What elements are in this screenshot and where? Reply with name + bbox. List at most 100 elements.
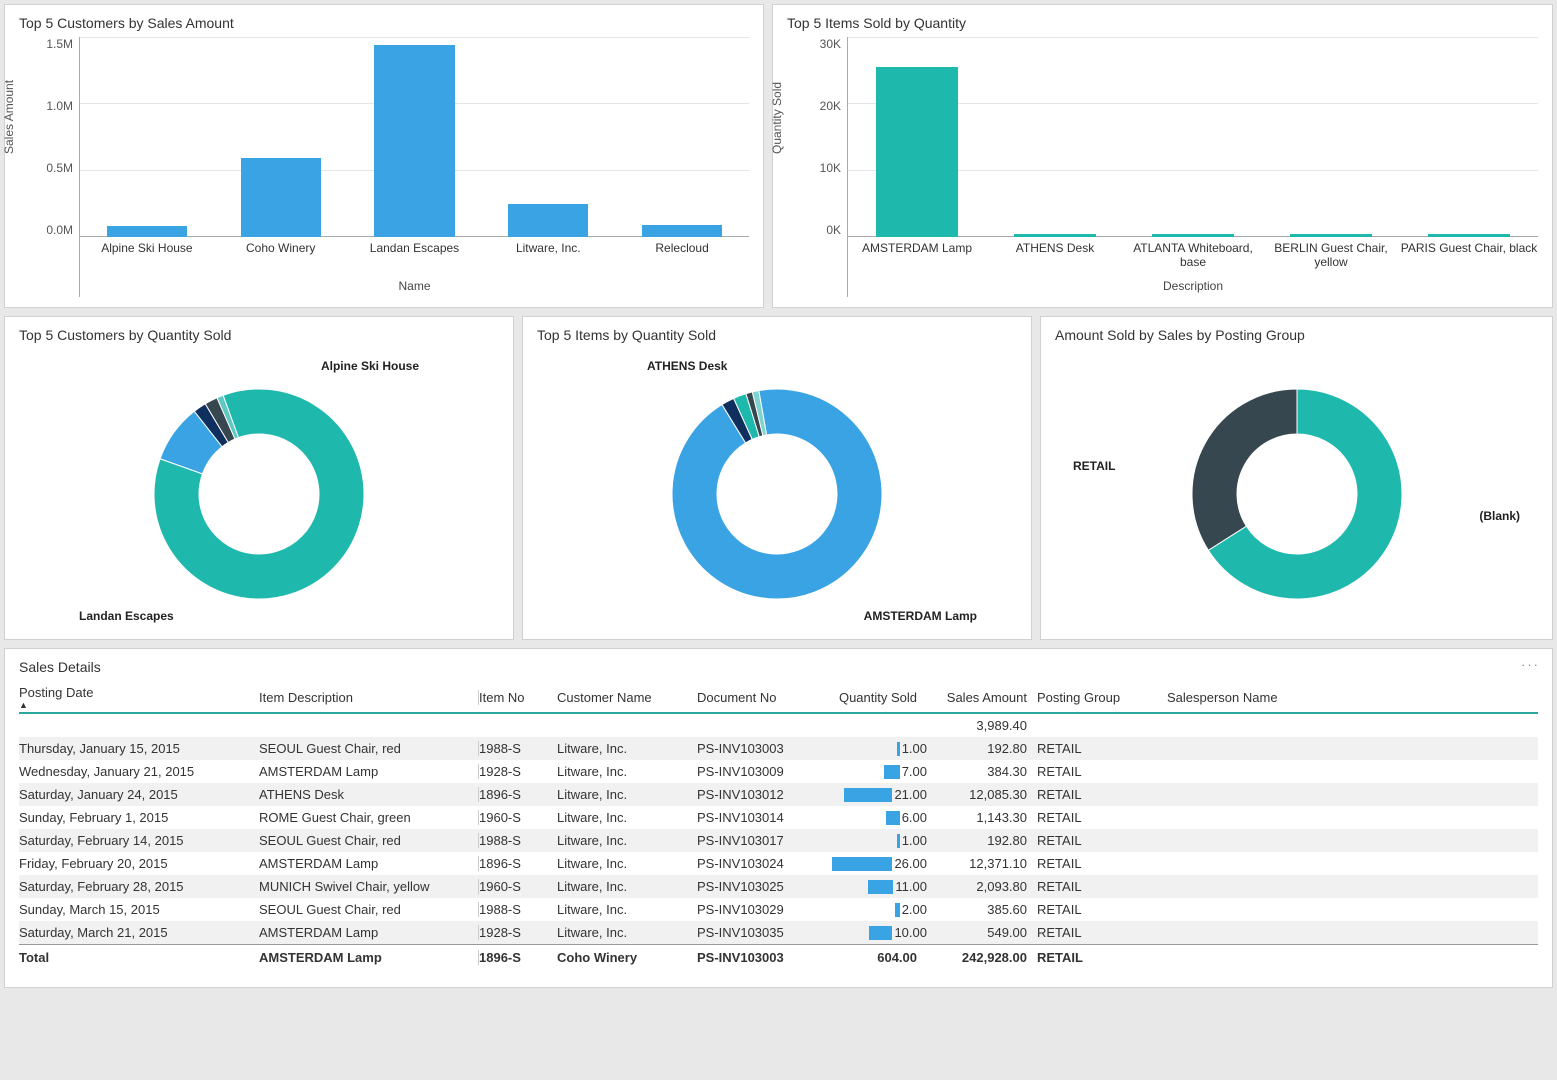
bar-category-label: Relecloud — [615, 237, 749, 255]
table-row[interactable]: Friday, February 20, 2015 AMSTERDAM Lamp… — [19, 852, 1538, 875]
cell-qty: 10.00 — [827, 925, 927, 940]
column-header[interactable]: Customer Name — [557, 690, 697, 705]
bar-category-label: Landan Escapes — [348, 237, 482, 255]
cell-posting-date: Sunday, February 1, 2015 — [19, 810, 259, 825]
column-header[interactable]: Posting Date ▲ — [19, 685, 259, 710]
column-header[interactable]: Salesperson Name — [1167, 690, 1327, 705]
qty-bar — [869, 926, 892, 940]
bar[interactable] — [876, 67, 959, 237]
chart-customers-by-qty-donut[interactable]: Top 5 Customers by Quantity Sold Alpine … — [4, 316, 514, 640]
cell-item-no: 1960-S — [479, 879, 557, 894]
table-title: Sales Details — [19, 659, 1538, 675]
bar-category-label: ATLANTA Whiteboard, base — [1124, 237, 1262, 269]
bar[interactable] — [642, 225, 722, 237]
bar[interactable] — [107, 226, 187, 237]
chart-items-by-quantity[interactable]: Top 5 Items Sold by Quantity Quantity So… — [772, 4, 1553, 308]
column-header[interactable]: Quantity Sold — [827, 690, 927, 705]
cell-posting-group: RETAIL — [1037, 787, 1167, 802]
bar-column[interactable]: Landan Escapes — [348, 37, 482, 237]
column-header[interactable]: Posting Group — [1037, 690, 1167, 705]
chart-items-by-qty-donut[interactable]: Top 5 Items by Quantity Sold ATHENS Desk… — [522, 316, 1032, 640]
cell-posting-date: Saturday, February 28, 2015 — [19, 879, 259, 894]
column-header[interactable]: Item No — [479, 690, 557, 705]
bar-column[interactable]: Litware, Inc. — [481, 37, 615, 237]
cell-posting-date: Wednesday, January 21, 2015 — [19, 764, 259, 779]
chart-title: Top 5 Customers by Quantity Sold — [19, 327, 499, 343]
cell-document-no: PS-INV103029 — [697, 902, 827, 917]
bar-column[interactable]: AMSTERDAM Lamp — [848, 37, 986, 237]
y-tick: 1.0M — [46, 99, 73, 113]
bar-category-label: Coho Winery — [214, 237, 348, 255]
chart-posting-group-donut[interactable]: Amount Sold by Sales by Posting Group RE… — [1040, 316, 1553, 640]
bar-column[interactable]: PARIS Guest Chair, black — [1400, 37, 1538, 237]
cell-qty: 26.00 — [827, 856, 927, 871]
cell-item-no: 1988-S — [479, 902, 557, 917]
cell-posting-group: RETAIL — [1037, 925, 1167, 940]
cell-sales-amount: 192.80 — [927, 741, 1037, 756]
cell-posting-date: Thursday, January 15, 2015 — [19, 741, 259, 756]
cell-item-desc: MUNICH Swivel Chair, yellow — [259, 879, 479, 894]
cell-item-desc: AMSTERDAM Lamp — [259, 925, 479, 940]
bar-column[interactable]: BERLIN Guest Chair, yellow — [1262, 37, 1400, 237]
cell-document-no: PS-INV103035 — [697, 925, 827, 940]
table-row[interactable]: Saturday, February 28, 2015 MUNICH Swive… — [19, 875, 1538, 898]
table-total-row: Total AMSTERDAM Lamp 1896-S Coho Winery … — [19, 944, 1538, 970]
cell-item-no: 1988-S — [479, 741, 557, 756]
cell-sales-amount: 192.80 — [927, 833, 1037, 848]
cell-posting-date: Saturday, January 24, 2015 — [19, 787, 259, 802]
cell-item-desc: SEOUL Guest Chair, red — [259, 741, 479, 756]
y-tick: 0.0M — [46, 223, 73, 237]
bar-category-label: PARIS Guest Chair, black — [1400, 237, 1538, 255]
cell-document-no: PS-INV103012 — [697, 787, 827, 802]
cell-sales-amount: 385.60 — [927, 902, 1037, 917]
cell-customer: Litware, Inc. — [557, 879, 697, 894]
bar[interactable] — [374, 45, 454, 237]
sort-asc-icon: ▲ — [19, 700, 259, 710]
cell-posting-group: RETAIL — [1037, 810, 1167, 825]
table-row[interactable]: Saturday, March 21, 2015 AMSTERDAM Lamp … — [19, 921, 1538, 944]
cell-item-no: 1896-S — [479, 856, 557, 871]
cell-sales-amount: 384.30 — [927, 764, 1037, 779]
table-row[interactable]: Saturday, January 24, 2015 ATHENS Desk 1… — [19, 783, 1538, 806]
table-summary-row: 3,989.40 — [19, 714, 1538, 737]
cell-item-no: 1988-S — [479, 833, 557, 848]
chart-customers-by-sales[interactable]: Top 5 Customers by Sales Amount Sales Am… — [4, 4, 764, 308]
bar-column[interactable]: ATHENS Desk — [986, 37, 1124, 237]
donut-slice[interactable] — [672, 389, 882, 599]
cell-customer: Litware, Inc. — [557, 925, 697, 940]
cell-qty: 21.00 — [827, 787, 927, 802]
cell-customer: Litware, Inc. — [557, 833, 697, 848]
qty-bar — [886, 811, 900, 825]
cell-qty: 6.00 — [827, 810, 927, 825]
qty-bar — [844, 788, 892, 802]
bar-column[interactable]: Coho Winery — [214, 37, 348, 237]
donut-callout: ATHENS Desk — [647, 359, 727, 373]
column-header[interactable]: Document No — [697, 690, 827, 705]
cell-customer: Litware, Inc. — [557, 810, 697, 825]
donut-callout: Landan Escapes — [79, 609, 174, 623]
bar-category-label: Alpine Ski House — [80, 237, 214, 255]
bar[interactable] — [241, 158, 321, 237]
table-row[interactable]: Sunday, March 15, 2015 SEOUL Guest Chair… — [19, 898, 1538, 921]
cell-posting-date: Saturday, March 21, 2015 — [19, 925, 259, 940]
table-row[interactable]: Thursday, January 15, 2015 SEOUL Guest C… — [19, 737, 1538, 760]
bar-column[interactable]: Alpine Ski House — [80, 37, 214, 237]
column-header[interactable]: Sales Amount — [927, 690, 1037, 705]
cell-sales-amount: 2,093.80 — [927, 879, 1037, 894]
column-header[interactable]: Item Description — [259, 690, 479, 705]
cell-item-desc: ATHENS Desk — [259, 787, 479, 802]
bar-column[interactable]: Relecloud — [615, 37, 749, 237]
table-row[interactable]: Sunday, February 1, 2015 ROME Guest Chai… — [19, 806, 1538, 829]
more-options-icon[interactable]: ··· — [1521, 657, 1540, 672]
cell-item-no: 1928-S — [479, 925, 557, 940]
bar[interactable] — [508, 204, 588, 237]
donut-slice[interactable] — [1192, 389, 1297, 550]
sales-details-table[interactable]: ··· Sales Details Posting Date ▲ Item De… — [4, 648, 1553, 988]
bar-column[interactable]: ATLANTA Whiteboard, base — [1124, 37, 1262, 237]
qty-bar — [895, 903, 900, 917]
table-row[interactable]: Saturday, February 14, 2015 SEOUL Guest … — [19, 829, 1538, 852]
cell-qty: 2.00 — [827, 902, 927, 917]
table-row[interactable]: Wednesday, January 21, 2015 AMSTERDAM La… — [19, 760, 1538, 783]
cell-qty: 7.00 — [827, 764, 927, 779]
cell-customer: Litware, Inc. — [557, 764, 697, 779]
